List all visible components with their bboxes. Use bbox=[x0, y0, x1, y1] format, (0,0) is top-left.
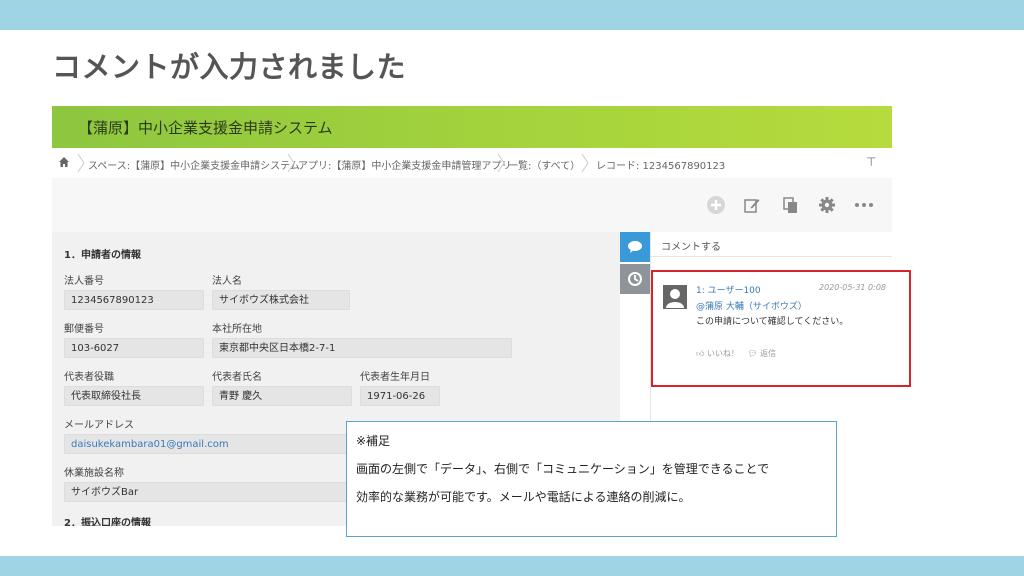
corp-number-field[interactable]: 1234567890123 bbox=[64, 290, 204, 310]
section-title: 1．申請者の情報 bbox=[64, 250, 141, 261]
comment-actions: 👍︎ いいね！ 💬︎ 返信 bbox=[696, 348, 776, 359]
highlighted-comment: 1: ユーザー100 2020-05-31 0:08 @蒲原 大輔（サイボウズ）… bbox=[651, 270, 911, 387]
field-label: 休業施設名称 bbox=[64, 468, 124, 479]
record-toolbar bbox=[52, 178, 892, 232]
speech-bubble-icon bbox=[628, 241, 642, 253]
field-label: 代表者氏名 bbox=[212, 372, 262, 383]
facility-name-field[interactable]: サイボウズBar bbox=[64, 482, 349, 502]
reply-icon: 💬︎ bbox=[747, 349, 758, 358]
comment-mention[interactable]: @蒲原 大輔（サイボウズ） bbox=[696, 299, 807, 312]
copy-icon[interactable] bbox=[779, 194, 801, 216]
breadcrumb: スペース:【蒲原】中小企業支援金申請システム アプリ:【蒲原】中小企業支援金申請… bbox=[52, 148, 892, 179]
note-box: ※補足 画面の左側で「データ」、右側で「コミュニケーション」を管理できることで … bbox=[346, 421, 837, 537]
note-text: 画面の左側で「データ」、右側で「コミュニケーション」を管理できることで bbox=[356, 462, 770, 476]
slide-title: コメントが入力されました bbox=[52, 50, 407, 84]
breadcrumb-separator-icon bbox=[77, 153, 85, 173]
avatar bbox=[663, 285, 687, 309]
corp-name-field[interactable]: サイボウズ株式会社 bbox=[212, 290, 350, 310]
history-icon bbox=[628, 272, 642, 286]
gear-icon[interactable] bbox=[816, 194, 838, 216]
field-label: 代表者生年月日 bbox=[360, 372, 430, 383]
breadcrumb-record: レコード: 1234567890123 bbox=[596, 161, 726, 172]
field-label: 法人名 bbox=[212, 276, 242, 287]
comment-body: この申請について確認してください。 bbox=[696, 317, 849, 327]
breadcrumb-separator-icon bbox=[497, 153, 505, 173]
breadcrumb-app-link[interactable]: アプリ:【蒲原】中小企業支援金申請管理アプリ bbox=[298, 157, 511, 172]
user-icon bbox=[666, 289, 684, 308]
plus-icon[interactable] bbox=[705, 194, 727, 216]
app-title: 【蒲原】中小企業支援金申請システム bbox=[78, 119, 333, 137]
comment-input-prompt[interactable]: コメントする bbox=[661, 238, 721, 253]
field-label: メールアドレス bbox=[64, 420, 134, 431]
app-header: 【蒲原】中小企業支援金申請システム bbox=[52, 106, 892, 148]
history-tab[interactable] bbox=[620, 264, 650, 294]
divider bbox=[651, 256, 892, 257]
field-label: 本社所在地 bbox=[212, 324, 262, 335]
address-field[interactable]: 東京都中央区日本橋2-7-1 bbox=[212, 338, 512, 358]
postal-code-field[interactable]: 103-6027 bbox=[64, 338, 204, 358]
breadcrumb-view-link[interactable]: 一覧:（すべて） bbox=[508, 157, 580, 172]
note-text: 効率的な業務が可能です。メールや電話による連絡の削減に。 bbox=[356, 490, 691, 504]
reply-button[interactable]: 返信 bbox=[760, 349, 776, 358]
note-heading: ※補足 bbox=[356, 434, 391, 448]
bottom-band bbox=[0, 556, 1024, 576]
edit-icon[interactable] bbox=[741, 194, 763, 216]
comment-tab[interactable] bbox=[620, 232, 650, 262]
like-icon: 👍︎ bbox=[696, 349, 705, 358]
home-icon[interactable] bbox=[58, 156, 70, 168]
like-button[interactable]: いいね！ bbox=[707, 349, 739, 358]
field-label: 郵便番号 bbox=[64, 324, 104, 335]
breadcrumb-space-link[interactable]: スペース:【蒲原】中小企業支援金申請システム bbox=[88, 157, 300, 172]
comment-timestamp: 2020-05-31 0:08 bbox=[819, 283, 886, 292]
section-title: 2．振込口座の情報 bbox=[64, 518, 151, 526]
top-band bbox=[0, 0, 1024, 30]
rep-title-field[interactable]: 代表取締役社長 bbox=[64, 386, 204, 406]
email-field[interactable]: daisukekambara01@gmail.com bbox=[64, 434, 349, 454]
pin-icon[interactable]: ⊤ bbox=[866, 155, 876, 169]
breadcrumb-separator-icon bbox=[287, 153, 295, 173]
field-label: 代表者役職 bbox=[64, 372, 114, 383]
rep-name-field[interactable]: 青野 慶久 bbox=[212, 386, 352, 406]
more-icon[interactable] bbox=[853, 194, 875, 216]
field-label: 法人番号 bbox=[64, 276, 104, 287]
rep-birth-field[interactable]: 1971-06-26 bbox=[360, 386, 440, 406]
comment-author[interactable]: 1: ユーザー100 bbox=[696, 283, 761, 296]
breadcrumb-separator-icon bbox=[581, 153, 589, 173]
